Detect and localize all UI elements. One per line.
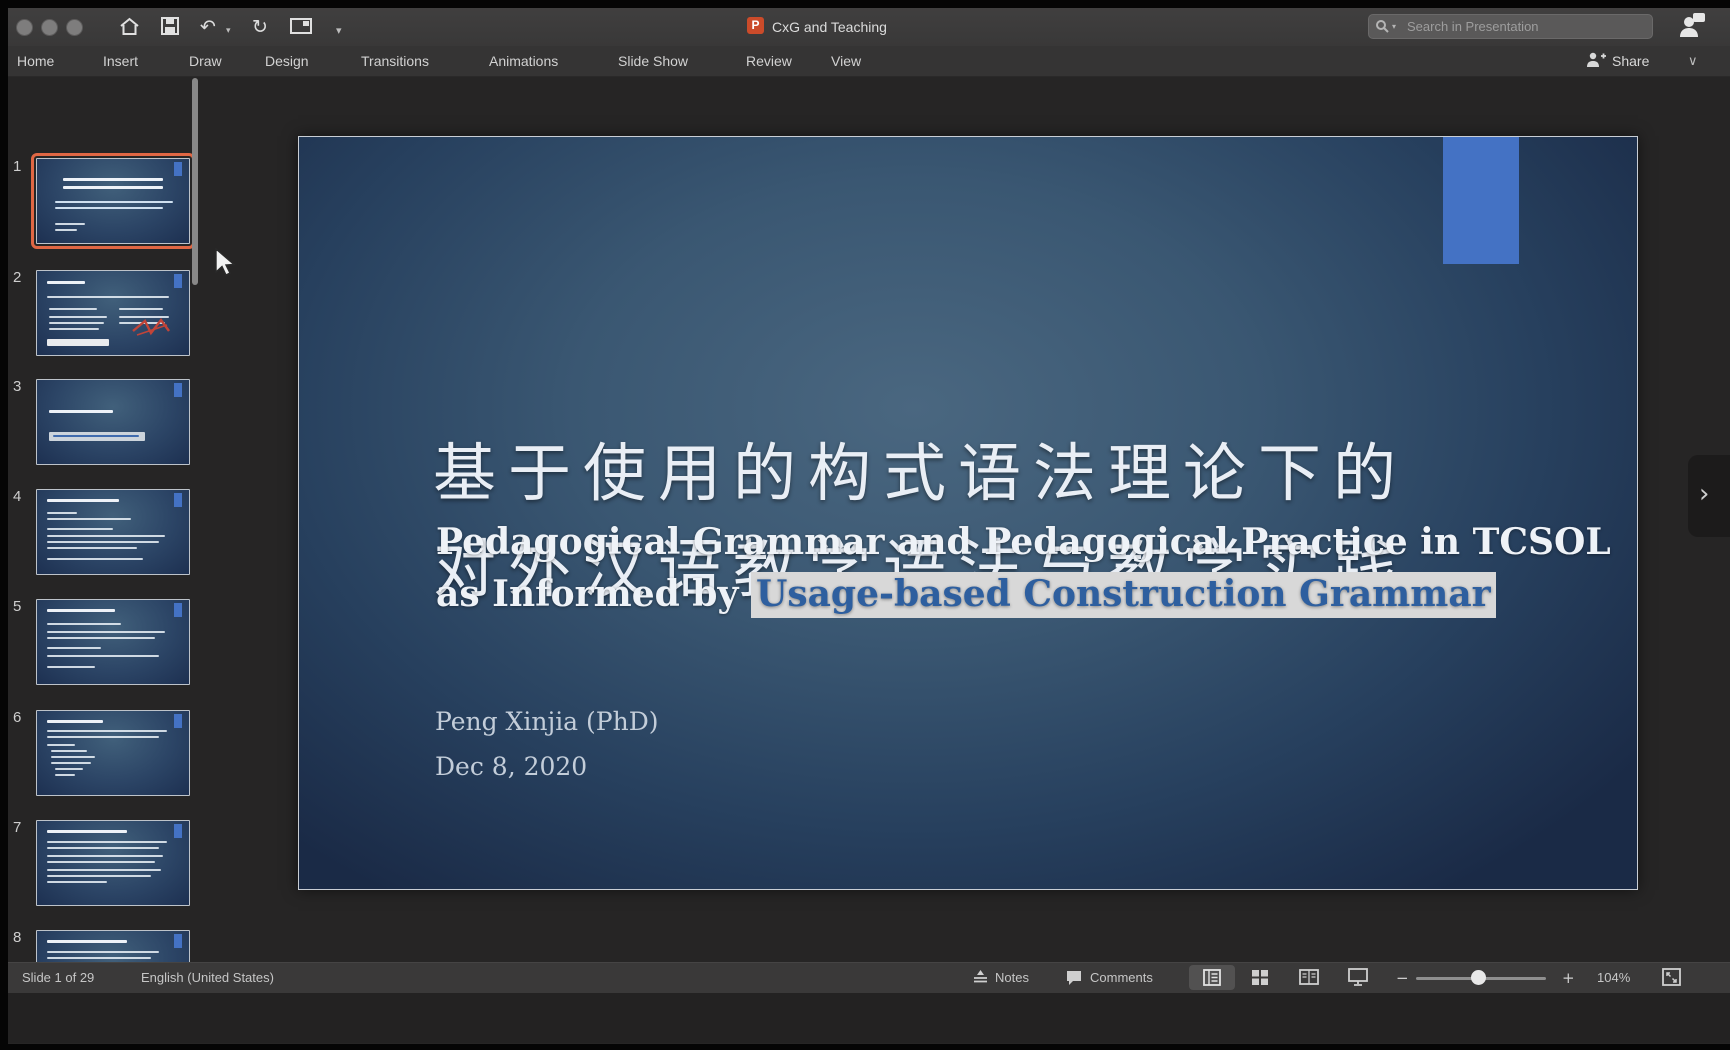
tab-insert[interactable]: Insert — [103, 53, 138, 69]
notes-icon[interactable] — [972, 969, 989, 985]
thumbnail-accent-rect — [174, 824, 182, 838]
slide-title-line1[interactable]: 基于使用的构式语法理论下的 — [433, 423, 1408, 514]
tab-draw[interactable]: Draw — [189, 53, 222, 69]
toolbar-overflow-icon[interactable]: ▾ — [336, 24, 342, 37]
tab-review[interactable]: Review — [746, 53, 792, 69]
zoom-slider-thumb[interactable] — [1471, 970, 1486, 985]
slide-counter: Slide 1 of 29 — [22, 970, 94, 985]
thumbnail-scrollbar[interactable] — [192, 78, 198, 285]
slide-date[interactable]: Dec 8, 2020 — [435, 752, 587, 781]
search-icon — [1375, 19, 1390, 34]
undo-icon[interactable]: ↶ — [200, 18, 216, 37]
slide-thumbnail-4[interactable] — [36, 489, 190, 575]
zoom-out-button[interactable]: − — [1396, 969, 1409, 987]
zoom-in-button[interactable]: + — [1562, 969, 1575, 987]
slide-thumbnail-6[interactable] — [36, 710, 190, 796]
slideshow-view-icon[interactable] — [1348, 968, 1368, 986]
tab-animations[interactable]: Animations — [489, 53, 558, 69]
thumbnail-panel: 1 2 3 4 5 6 7 8 ★ — [8, 77, 208, 961]
tab-home[interactable]: Home — [17, 53, 54, 69]
mouse-cursor — [214, 248, 236, 278]
slide-number: 5 — [13, 598, 33, 615]
subtitle-plain-text: as Informed by — [436, 573, 751, 615]
slide-subtitle-line1[interactable]: Pedagogical Grammar and Pedagogical Prac… — [436, 521, 1611, 563]
tab-transitions[interactable]: Transitions — [361, 53, 429, 69]
home-icon[interactable] — [119, 16, 140, 37]
thumbnail-accent-rect — [174, 274, 182, 288]
thumbnail-accent-rect — [174, 493, 182, 507]
share-button[interactable]: Share — [1612, 53, 1649, 69]
fit-slide-to-window-icon[interactable] — [1662, 968, 1681, 986]
comments-toggle[interactable]: Comments — [1090, 970, 1153, 985]
slide-author[interactable]: Peng Xinjia (PhD) — [435, 707, 659, 736]
reading-view-icon[interactable] — [1299, 968, 1319, 986]
normal-view-icon — [1203, 969, 1221, 986]
slide-thumbnail-2[interactable] — [36, 270, 190, 356]
thumbnail-accent-rect — [174, 603, 182, 617]
slide-thumbnail-1[interactable] — [36, 158, 190, 244]
window-switch-icon[interactable] — [290, 17, 312, 35]
search-scope-caret-icon: ▾ — [1392, 22, 1396, 31]
slide-number: 2 — [13, 269, 33, 286]
slide-accent-rect[interactable] — [1443, 137, 1519, 264]
document-title: CxG and Teaching — [772, 19, 887, 35]
slide-sorter-view-icon[interactable] — [1251, 969, 1269, 986]
slide-number: 3 — [13, 378, 33, 395]
zoom-window-button[interactable] — [66, 19, 83, 36]
slide-thumbnail-5[interactable] — [36, 599, 190, 685]
search-input[interactable] — [1405, 15, 1649, 38]
share-person-icon[interactable] — [1586, 52, 1606, 68]
slide-number: 1 — [13, 158, 33, 175]
slide-thumbnail-7[interactable] — [36, 820, 190, 906]
tab-view[interactable]: View — [831, 53, 861, 69]
zoom-level[interactable]: 104% — [1597, 970, 1630, 985]
close-window-button[interactable] — [16, 19, 33, 36]
screenshot-root: ↶ ▾ ↻ ▾ P CxG and Teaching ▾ Home Insert… — [0, 0, 1730, 1050]
bottom-letterbox — [8, 993, 1730, 1043]
save-icon[interactable] — [160, 16, 180, 36]
slide-thumbnail-3[interactable] — [36, 379, 190, 465]
account-presence-icon[interactable] — [1679, 12, 1706, 38]
thumbnail-accent-rect — [174, 162, 182, 176]
red-annotation-scribble — [131, 317, 175, 337]
slide-subtitle-line2[interactable]: as Informed by Usage-based Construction … — [436, 573, 1496, 615]
slide-number: 4 — [13, 488, 33, 505]
tab-design[interactable]: Design — [265, 53, 309, 69]
comments-icon[interactable] — [1065, 969, 1083, 986]
redo-icon[interactable]: ↻ — [252, 18, 268, 37]
language-indicator[interactable]: English (United States) — [141, 970, 274, 985]
search-field[interactable]: ▾ — [1368, 14, 1653, 39]
slide-canvas[interactable]: 基于使用的构式语法理论下的 对外汉语教学语法与教学实践 Pedagogical … — [298, 136, 1638, 890]
thumbnail-accent-rect — [174, 934, 182, 948]
minimize-window-button[interactable] — [41, 19, 58, 36]
thumbnail-accent-rect — [174, 714, 182, 728]
normal-view-button[interactable] — [1189, 965, 1235, 990]
ribbon-collapse-chevron-icon[interactable]: ∨ — [1688, 54, 1698, 69]
undo-dropdown-caret-icon[interactable]: ▾ — [226, 26, 231, 36]
notes-toggle[interactable]: Notes — [995, 970, 1029, 985]
slide-number: 8 — [13, 929, 33, 946]
next-slide-tab[interactable]: › — [1688, 455, 1730, 537]
thumbnail-accent-rect — [174, 383, 182, 397]
subtitle-highlighted-text: Usage-based Construction Grammar — [751, 572, 1496, 618]
slide-number: 6 — [13, 709, 33, 726]
slide-number: 7 — [13, 819, 33, 836]
powerpoint-file-icon: P — [747, 17, 764, 34]
chevron-right-icon: › — [1699, 479, 1709, 509]
tab-slide-show[interactable]: Slide Show — [618, 53, 688, 69]
